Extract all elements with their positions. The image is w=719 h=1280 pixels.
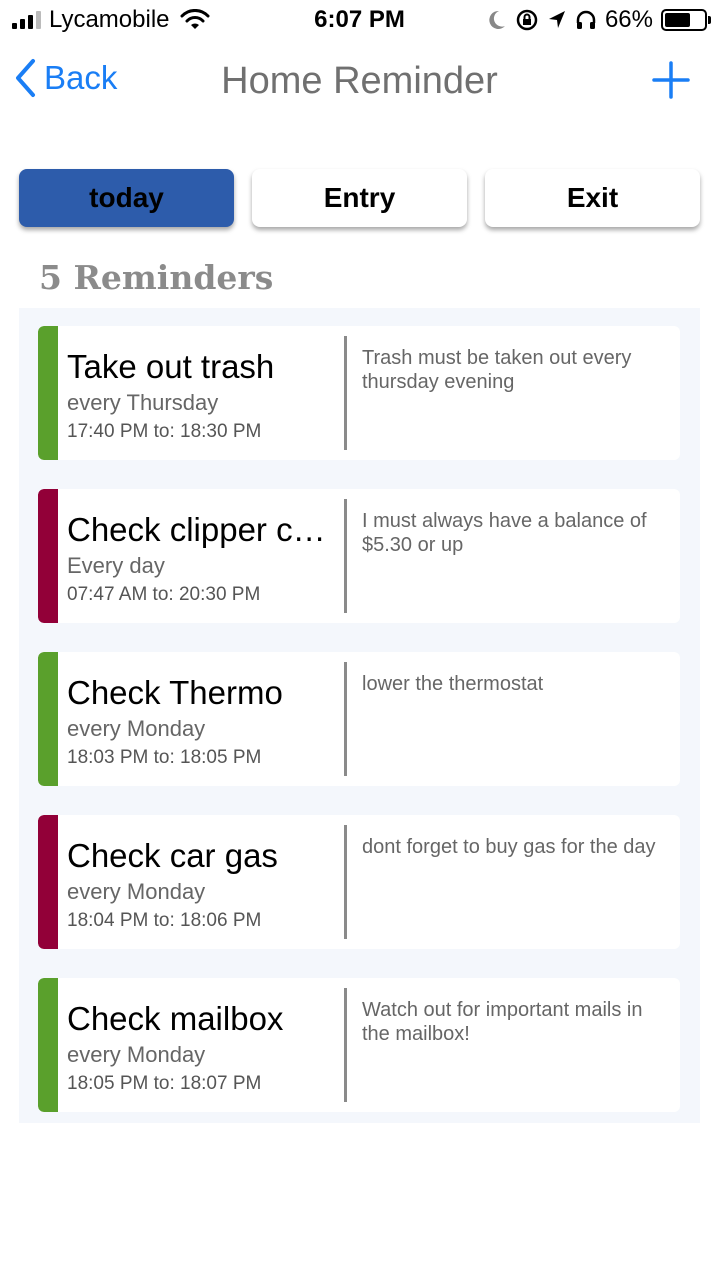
status-stripe [38,489,58,623]
divider [344,336,347,450]
reminder-card[interactable]: Check clipper card Every day 07:47 AM to… [38,489,680,623]
reminder-schedule: every Monday [67,1042,206,1067]
reminder-schedule: every Monday [67,879,206,904]
segment-control: today Entry Exit [19,169,700,227]
reminder-title: Take out trash [67,348,275,385]
reminder-count: 5 Reminders [39,258,274,297]
status-stripe [38,652,58,786]
reminder-title: Check mailbox [67,1000,284,1037]
reminder-time: 17:40 PM to: 18:30 PM [67,421,262,442]
tab-today[interactable]: today [19,169,234,227]
reminder-note: I must always have a balance of $5.30 or… [362,510,647,556]
page-title: Home Reminder [221,60,498,102]
battery-icon [661,9,711,31]
reminder-card[interactable]: Check Thermo every Monday 18:03 PM to: 1… [38,652,680,786]
reminder-list: Take out trash every Thursday 17:40 PM t… [19,308,700,1123]
reminder-card[interactable]: Take out trash every Thursday 17:40 PM t… [38,326,680,460]
battery-fill [665,13,691,27]
reminder-time: 18:05 PM to: 18:07 PM [67,1073,262,1094]
divider [344,499,347,613]
status-right: 66% [487,6,711,34]
navigation-bar: Back Home Reminder [0,50,719,114]
tab-entry[interactable]: Entry [252,169,467,227]
reminder-time: 18:03 PM to: 18:05 PM [67,747,262,768]
status-stripe [38,326,58,460]
reminder-time: 18:04 PM to: 18:06 PM [67,910,262,931]
location-icon [548,11,565,28]
plus-icon[interactable] [651,60,691,100]
reminder-note: dont forget to buy gas for the day [362,836,656,858]
tab-exit[interactable]: Exit [485,169,700,227]
reminder-title: Check clipper card [67,511,337,548]
reminder-note: Watch out for important mails in the mai… [362,999,643,1045]
battery-percent: 66% [604,6,653,33]
reminder-title: Check Thermo [67,674,283,711]
reminder-card[interactable]: Check car gas every Monday 18:04 PM to: … [38,815,680,949]
divider [344,988,347,1102]
reminder-schedule: Every day [67,553,165,578]
divider [344,825,347,939]
reminder-schedule: every Monday [67,716,206,741]
reminder-note: Trash must be taken out every thursday e… [362,347,632,393]
headphones-icon [576,10,596,29]
status-stripe [38,978,58,1112]
reminder-time: 07:47 AM to: 20:30 PM [67,584,261,605]
moon-icon [489,10,505,29]
status-bar: Lycamobile 6:07 PM 66% [0,0,719,40]
reminder-schedule: every Thursday [67,390,219,415]
reminder-card[interactable]: Check mailbox every Monday 18:05 PM to: … [38,978,680,1112]
rotation-lock-icon [516,9,538,31]
reminder-note: lower the thermostat [362,673,544,695]
status-stripe [38,815,58,949]
divider [344,662,347,776]
reminder-title: Check car gas [67,837,278,874]
